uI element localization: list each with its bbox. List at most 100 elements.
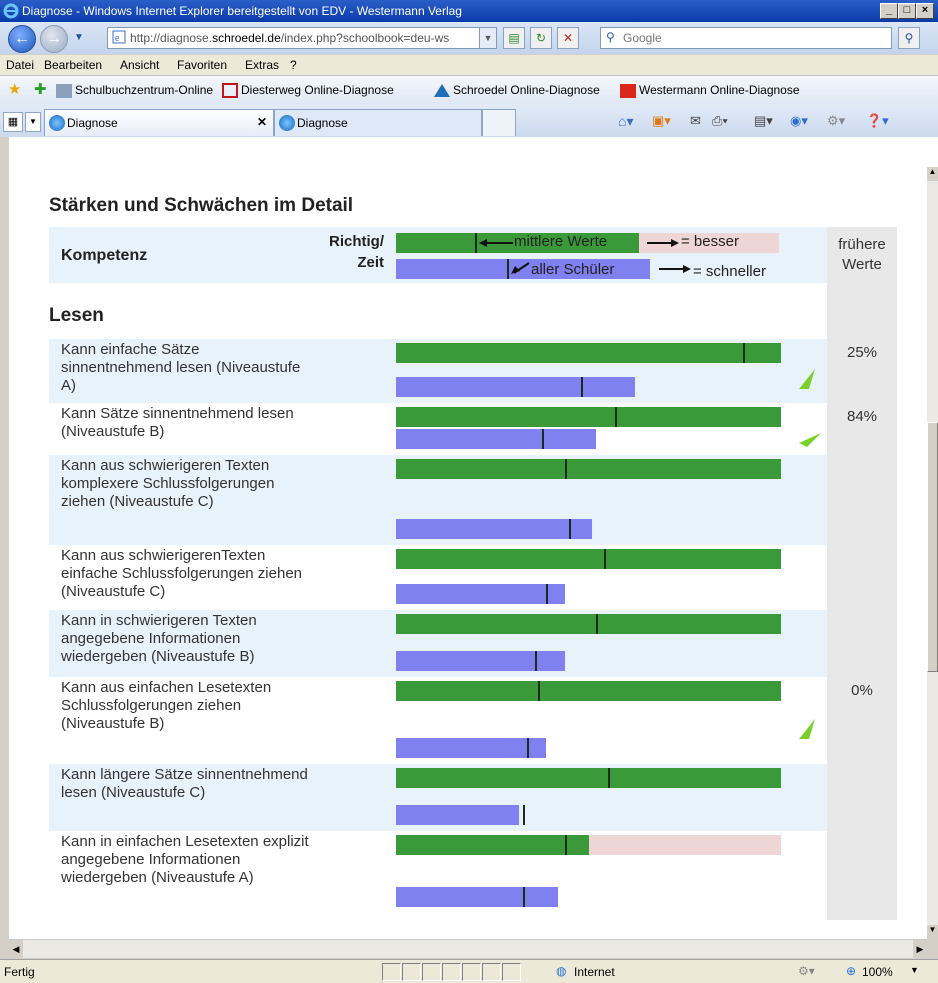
tools-gear-icon[interactable]: ⚙▾ bbox=[827, 113, 845, 129]
competency-label: Kann in einfachen Lesetexten explizit an… bbox=[61, 833, 309, 886]
tab-list-icon[interactable]: ▼ bbox=[25, 112, 41, 132]
vertical-scrollbar[interactable]: ▲ ▼ bbox=[927, 167, 938, 939]
correct-mean-marker bbox=[604, 549, 606, 569]
competency-label: Kann Sätze sinnentnehmend lesen (Niveaus… bbox=[61, 405, 294, 440]
time-bar bbox=[396, 429, 596, 449]
url-prefix: http://diagnose. bbox=[130, 31, 213, 45]
search-provider-icon: ⚲ bbox=[606, 30, 615, 44]
fav-schulbuchzentrum[interactable]: Schulbuchzentrum-Online bbox=[56, 83, 213, 98]
competency-label: Kann einfache Sätze sinnentnehmend lesen… bbox=[61, 341, 301, 394]
col-richtig-zeit: Richtig/ Zeit bbox=[329, 231, 384, 273]
time-mean-marker bbox=[581, 377, 583, 397]
fav-label: Schulbuchzentrum-Online bbox=[75, 83, 214, 97]
add-favorite-icon[interactable]: ✚ bbox=[34, 80, 47, 98]
window-titlebar: Diagnose - Windows Internet Explorer ber… bbox=[0, 0, 938, 22]
correct-bar bbox=[396, 768, 781, 788]
section-lesen: Lesen bbox=[49, 305, 104, 326]
zoom-icon[interactable]: ⊕ bbox=[846, 964, 856, 978]
correct-bar bbox=[396, 407, 781, 427]
refresh-button[interactable]: ↻ bbox=[530, 27, 552, 49]
correct-bar bbox=[396, 614, 781, 634]
fav-westermann[interactable]: Westermann Online-Diagnose bbox=[620, 83, 800, 98]
zoom-dropdown-icon[interactable]: ▼ bbox=[910, 965, 919, 975]
correct-bar bbox=[396, 549, 781, 569]
close-button[interactable]: × bbox=[916, 3, 934, 19]
page-menu-icon[interactable]: ▤▾ bbox=[754, 113, 773, 129]
col-zeit: Zeit bbox=[357, 254, 384, 271]
time-bar bbox=[396, 805, 519, 825]
fav-diesterweg[interactable]: Diesterweg Online-Diagnose bbox=[222, 83, 394, 99]
minimize-button[interactable]: _ bbox=[880, 3, 898, 19]
mail-icon[interactable]: ✉ bbox=[690, 113, 701, 129]
favorites-bar: ★ ✚ Schulbuchzentrum-Online Diesterweg O… bbox=[0, 76, 938, 104]
fav-label: Westermann Online-Diagnose bbox=[639, 83, 800, 97]
feeds-icon[interactable]: ▣▾ bbox=[652, 113, 671, 129]
tab-diagnose-1[interactable]: Diagnose ✕ bbox=[44, 109, 274, 136]
protected-mode-icon[interactable]: ⚙▾ bbox=[798, 964, 815, 978]
previous-value: 84% bbox=[846, 408, 878, 425]
back-button[interactable]: ← bbox=[8, 25, 36, 53]
scroll-down-icon[interactable]: ▼ bbox=[927, 925, 938, 939]
tab-diagnose-2[interactable]: Diagnose bbox=[274, 109, 482, 136]
search-input[interactable]: ⚲ Google bbox=[600, 27, 892, 49]
menu-help[interactable]: ? bbox=[290, 58, 297, 72]
correct-bar bbox=[396, 343, 781, 363]
print-icon[interactable]: ⎙▾ bbox=[712, 113, 728, 129]
competency-label: Kann längere Sätze sinnentnehmend lesen … bbox=[61, 766, 308, 801]
time-bar bbox=[396, 738, 546, 758]
legend-faster-arrow-icon bbox=[659, 265, 691, 273]
stop-button[interactable]: ✕ bbox=[557, 27, 579, 49]
compatibility-view-button[interactable]: ▤ bbox=[503, 27, 525, 49]
scroll-left-icon[interactable]: ◀ bbox=[9, 940, 23, 958]
menu-bearbeiten[interactable]: Bearbeiten bbox=[44, 58, 102, 72]
scroll-right-icon[interactable]: ▶ bbox=[913, 940, 927, 958]
status-cell bbox=[402, 963, 421, 981]
correct-bar bbox=[396, 681, 781, 701]
correct-mean-marker bbox=[538, 681, 540, 701]
quick-tabs-icon[interactable]: ▦ bbox=[3, 112, 23, 132]
search-button[interactable]: ⚲ bbox=[898, 27, 920, 49]
diesterweg-logo-icon bbox=[222, 83, 238, 99]
favorites-star-icon[interactable]: ★ bbox=[8, 80, 21, 98]
time-bar bbox=[396, 887, 558, 907]
correct-mean-marker bbox=[743, 343, 745, 363]
url-dropdown-icon[interactable]: ▼ bbox=[479, 28, 496, 48]
new-tab-button[interactable] bbox=[482, 109, 516, 136]
fav-label: Diesterweg Online-Diagnose bbox=[241, 83, 394, 97]
legend-faster-text: = schneller bbox=[693, 263, 766, 280]
menu-ansicht[interactable]: Ansicht bbox=[120, 58, 159, 72]
home-icon[interactable]: ⌂▾ bbox=[618, 113, 633, 130]
back-arrow-icon: ← bbox=[14, 30, 30, 47]
previous-value: 25% bbox=[846, 344, 878, 361]
time-bar bbox=[396, 651, 565, 671]
help-icon[interactable]: ❓▾ bbox=[866, 113, 889, 129]
correct-bar bbox=[396, 835, 589, 855]
missing-bar bbox=[589, 835, 781, 855]
menu-extras[interactable]: Extras bbox=[245, 58, 279, 72]
tab-label: Diagnose bbox=[67, 116, 118, 130]
address-input[interactable]: e http://diagnose.schroedel.de/index.php… bbox=[107, 27, 497, 49]
menu-favoriten[interactable]: Favoriten bbox=[177, 58, 227, 72]
time-bar bbox=[396, 519, 592, 539]
status-cell bbox=[382, 963, 401, 981]
competency-label: Kann aus schwierigeren Texten komplexere… bbox=[61, 457, 275, 510]
zoom-level[interactable]: 100% bbox=[862, 965, 893, 979]
time-mean-marker bbox=[569, 519, 571, 539]
scroll-up-icon[interactable]: ▲ bbox=[927, 167, 938, 181]
page-content: Stärken und Schwächen im Detail Kompeten… bbox=[9, 167, 927, 939]
horizontal-scrollbar[interactable]: ◀ ▶ bbox=[9, 939, 927, 958]
status-text: Fertig bbox=[4, 965, 35, 979]
correct-mean-marker bbox=[615, 407, 617, 427]
fav-schroedel[interactable]: Schroedel Online-Diagnose bbox=[434, 83, 600, 98]
fav-label: Schroedel Online-Diagnose bbox=[453, 83, 600, 97]
legend-mean-text: mittlere Werte bbox=[514, 233, 608, 250]
tab-close-icon[interactable]: ✕ bbox=[257, 115, 267, 129]
competency-label: Kann aus schwierigerenTexten einfache Sc… bbox=[61, 547, 303, 600]
safety-menu-icon[interactable]: ◉▾ bbox=[790, 113, 808, 129]
time-bar bbox=[396, 584, 565, 604]
forward-button[interactable]: → bbox=[40, 25, 68, 53]
scroll-thumb[interactable] bbox=[927, 422, 938, 672]
history-dropdown-icon[interactable]: ▼ bbox=[74, 32, 84, 43]
maximize-button[interactable]: □ bbox=[898, 3, 916, 19]
menu-datei[interactable]: Datei bbox=[6, 58, 34, 72]
